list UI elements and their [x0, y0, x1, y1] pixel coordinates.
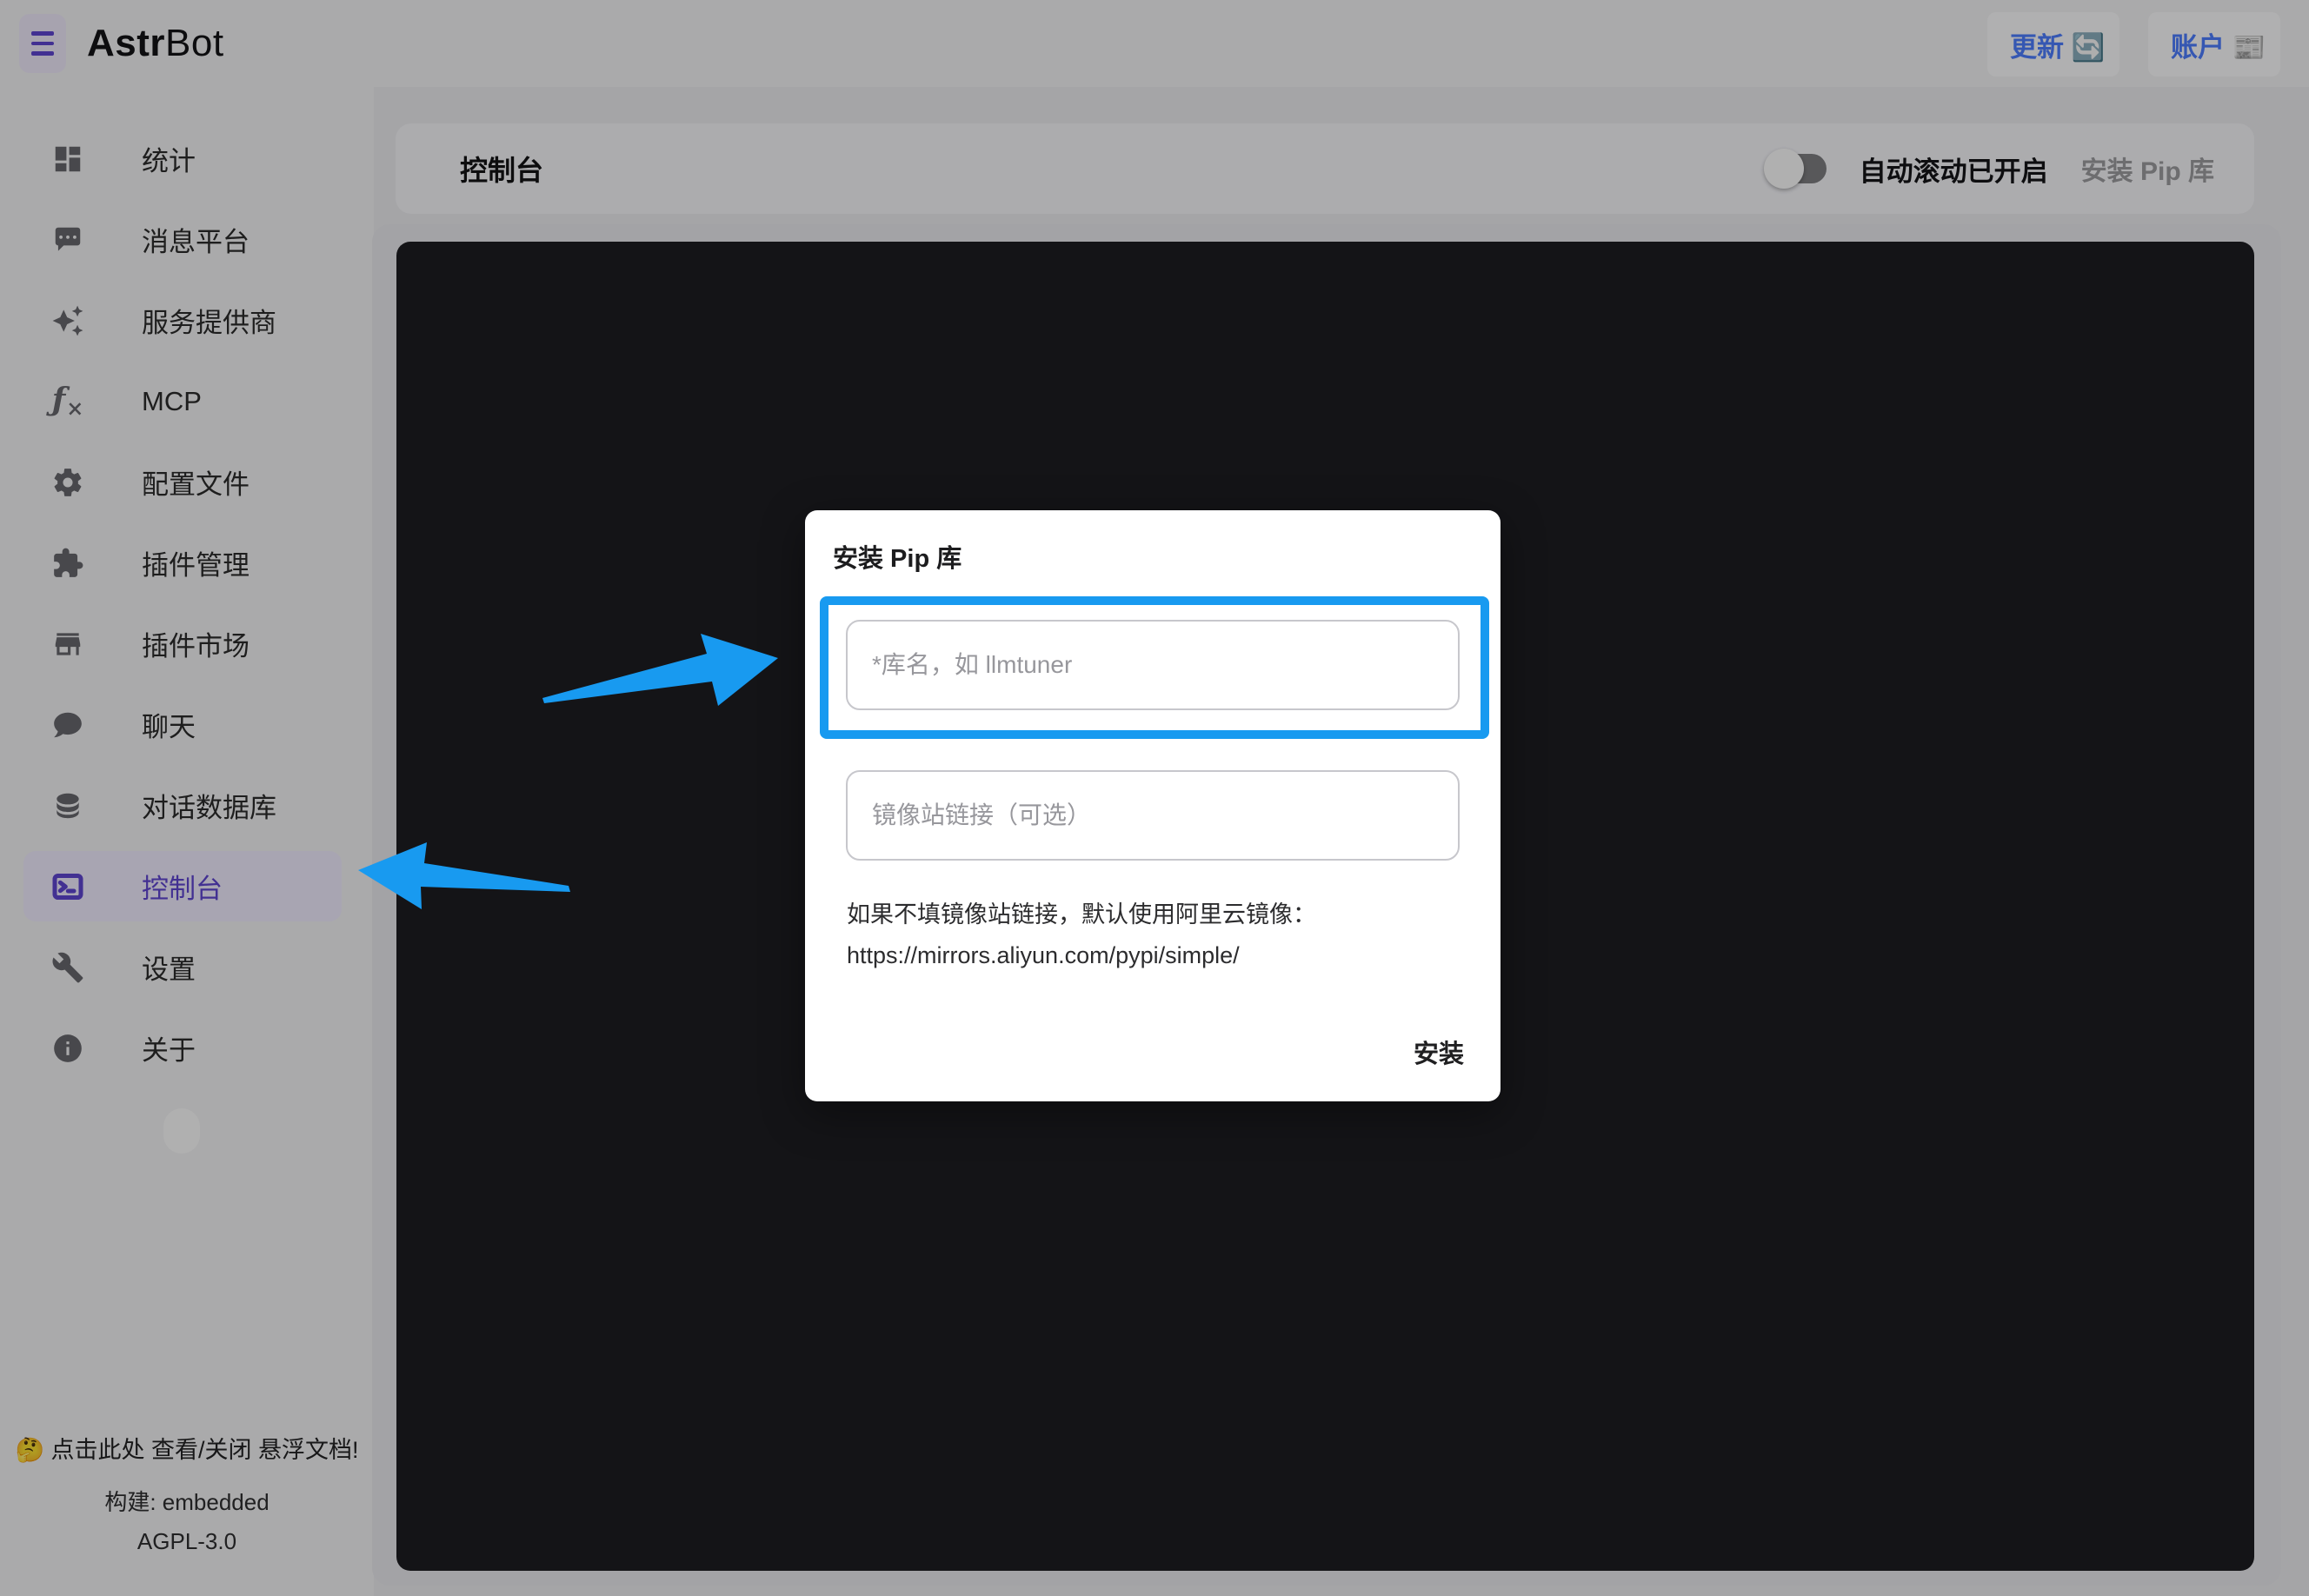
mirror-help-text: 如果不填镜像站链接，默认使用阿里云镜像：: [847, 895, 1316, 929]
install-pip-dialog: 安装 Pip 库 如果不填镜像站链接，默认使用阿里云镜像： https://mi…: [805, 510, 1501, 1101]
dialog-title: 安装 Pip 库: [833, 538, 962, 575]
package-name-input[interactable]: [846, 620, 1460, 710]
install-confirm-button[interactable]: 安装: [1398, 1025, 1480, 1079]
mirror-default-url: https://mirrors.aliyun.com/pypi/simple/: [847, 942, 1240, 969]
mirror-url-input[interactable]: [846, 770, 1460, 861]
